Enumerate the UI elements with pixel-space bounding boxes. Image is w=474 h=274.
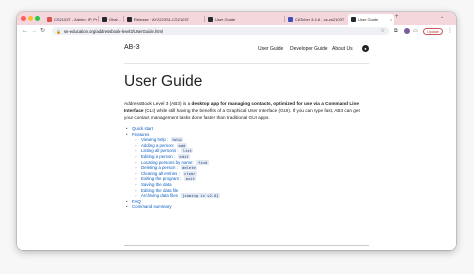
toc-link-find[interactable]: Locating persons by name: find <box>141 159 209 165</box>
page-title: User Guide <box>124 73 203 90</box>
toc-link-delete[interactable]: Deleting a person : delete <box>141 165 198 171</box>
toc-link-archiving[interactable]: Archiving data files [coming in v2.0] <box>141 193 221 199</box>
toc-link-code: clear <box>182 170 197 176</box>
toc-link-clear[interactable]: Clearing all entries : clear <box>141 170 197 176</box>
toc-link-exit[interactable]: Exiting the program : exit <box>141 176 197 182</box>
toc-link-code: exit <box>184 176 197 182</box>
toc-link-code: [coming in v2.0] <box>180 193 221 199</box>
toc-link-add[interactable]: Adding a person: add <box>141 142 187 148</box>
back-arrow-icon[interactable]: ← <box>22 28 28 34</box>
lock-icon: 🔒 <box>56 28 61 34</box>
browser-window: CS2103T - Admin: IP, Practical Exam Ohal… <box>17 12 456 250</box>
nav-about-us[interactable]: About Us <box>332 46 353 52</box>
tab-title: User Guide <box>215 17 236 22</box>
tab-title: Ohal... <box>109 17 121 22</box>
github-favicon-icon <box>127 17 132 22</box>
toc-link-code: delete <box>180 165 198 171</box>
bookmark-star-icon[interactable]: ☆ <box>381 28 385 34</box>
extension-puzzle-icon[interactable]: ⧉ <box>394 28 398 34</box>
toc-link-edit[interactable]: Editing a person : edit <box>141 153 191 159</box>
browser-tab-4[interactable]: CATcher 3.4.6 - cs-cs2103T <box>285 14 347 25</box>
intro-paragraph: AddressBook Level 3 (AB3) is a desktop a… <box>124 100 369 121</box>
sidebar-icon[interactable]: ▭ <box>413 28 418 34</box>
toc-link-saving-data[interactable]: Saving the data <box>141 182 172 187</box>
forward-arrow-icon[interactable]: → <box>31 28 37 34</box>
close-tab-icon[interactable]: × <box>390 17 392 22</box>
tab-title: CATcher 3.4.6 - cs-cs2103T <box>295 17 345 22</box>
browser-tab-1[interactable]: Ohal... <box>99 14 122 25</box>
browser-tab-3[interactable]: User Guide <box>205 14 283 25</box>
toc-link-label: Clearing all entries : <box>141 170 182 176</box>
toc-link-features[interactable]: Features <box>132 132 149 137</box>
nav-developer-guide[interactable]: Developer Guide <box>290 46 328 52</box>
site-brand[interactable]: AB-3 <box>124 44 140 51</box>
address-bar[interactable]: 🔒 se-education.org/addressbook-level3/Us… <box>52 27 389 35</box>
header-divider <box>124 63 369 64</box>
tab-search-chevron-icon[interactable]: ⌄ <box>440 14 444 20</box>
toc-link-label: Archiving data files <box>141 193 180 199</box>
toc-link-faq[interactable]: FAQ <box>132 199 141 204</box>
page-content: AB-3 User Guide Developer Guide About Us… <box>17 37 456 250</box>
address-url[interactable]: se-education.org/addressbook-level3/User… <box>64 29 163 34</box>
toc-link-label: Deleting a person : <box>141 165 180 171</box>
profile-avatar-icon[interactable] <box>404 28 410 34</box>
intro-text: AddressBook Level 3 (AB3) is a <box>124 101 192 106</box>
toc-link-label: Editing a person : <box>141 153 177 159</box>
update-button[interactable]: Update <box>423 28 443 35</box>
site-header: AB-3 User Guide Developer Guide About Us… <box>124 44 369 56</box>
tab-strip: CS2103T - Admin: IP, Practical Exam Ohal… <box>17 12 456 25</box>
more-menu-icon[interactable]: ⋮ <box>447 27 453 34</box>
toc-features-list: Viewing help : help Adding a person: add… <box>132 137 366 199</box>
toc-link-code: find <box>196 159 209 165</box>
toc-link-command-summary[interactable]: Command summary <box>132 204 172 209</box>
nav-user-guide[interactable]: User Guide <box>258 46 283 52</box>
table-of-contents: Quick start Features Viewing help : help… <box>126 126 366 210</box>
toc-link-label: Exiting the program : <box>141 176 183 182</box>
toc-link-label: Locating persons by name: <box>141 159 195 165</box>
toc-link-label: Viewing help : <box>141 137 170 143</box>
toc-link-list[interactable]: Listing all persons : list <box>141 148 194 154</box>
github-icon[interactable]: ● <box>362 45 369 52</box>
maximize-window-icon[interactable] <box>35 16 40 21</box>
tab-favicon-icon <box>47 17 52 22</box>
toc-link-code: edit <box>177 153 191 159</box>
browser-tab-active[interactable]: User Guide × <box>348 14 394 25</box>
toc-item: Features Viewing help : help Adding a pe… <box>126 132 366 199</box>
new-tab-icon[interactable]: + <box>395 14 399 20</box>
toc-link-label: Adding a person: <box>141 142 176 148</box>
toc-link-quick-start[interactable]: Quick start <box>132 126 153 131</box>
toc-link-code: help <box>170 137 184 143</box>
catcher-favicon-icon <box>288 17 293 22</box>
toc-link-help[interactable]: Viewing help : help <box>141 137 184 143</box>
tab-title: CS2103T - Admin: IP, Practical Exam <box>54 17 97 22</box>
site-favicon-icon <box>208 17 213 22</box>
github-favicon-icon <box>102 17 107 22</box>
content-divider <box>124 245 369 246</box>
site-favicon-icon <box>351 17 356 22</box>
tab-title: User Guide <box>358 17 379 22</box>
toc-link-label: Listing all persons : <box>141 148 180 154</box>
toc-link-editing-data-file[interactable]: Editing the data file <box>141 188 178 193</box>
toc-link-code: add <box>176 142 187 148</box>
toc-link-code: list <box>181 148 194 154</box>
minimize-window-icon[interactable] <box>28 16 33 21</box>
toc-item: Command summary <box>126 204 366 210</box>
browser-tab-2[interactable]: Release · AY2223S1-CS2103T <box>124 14 203 25</box>
browser-tab-0[interactable]: CS2103T - Admin: IP, Practical Exam <box>44 14 97 25</box>
reload-icon[interactable]: ↻ <box>40 28 45 34</box>
close-window-icon[interactable] <box>21 16 26 21</box>
intro-text-rest: (CLI) while still having the benefits of… <box>124 108 360 120</box>
tab-title: Release · AY2223S1-CS2103T <box>134 17 190 22</box>
